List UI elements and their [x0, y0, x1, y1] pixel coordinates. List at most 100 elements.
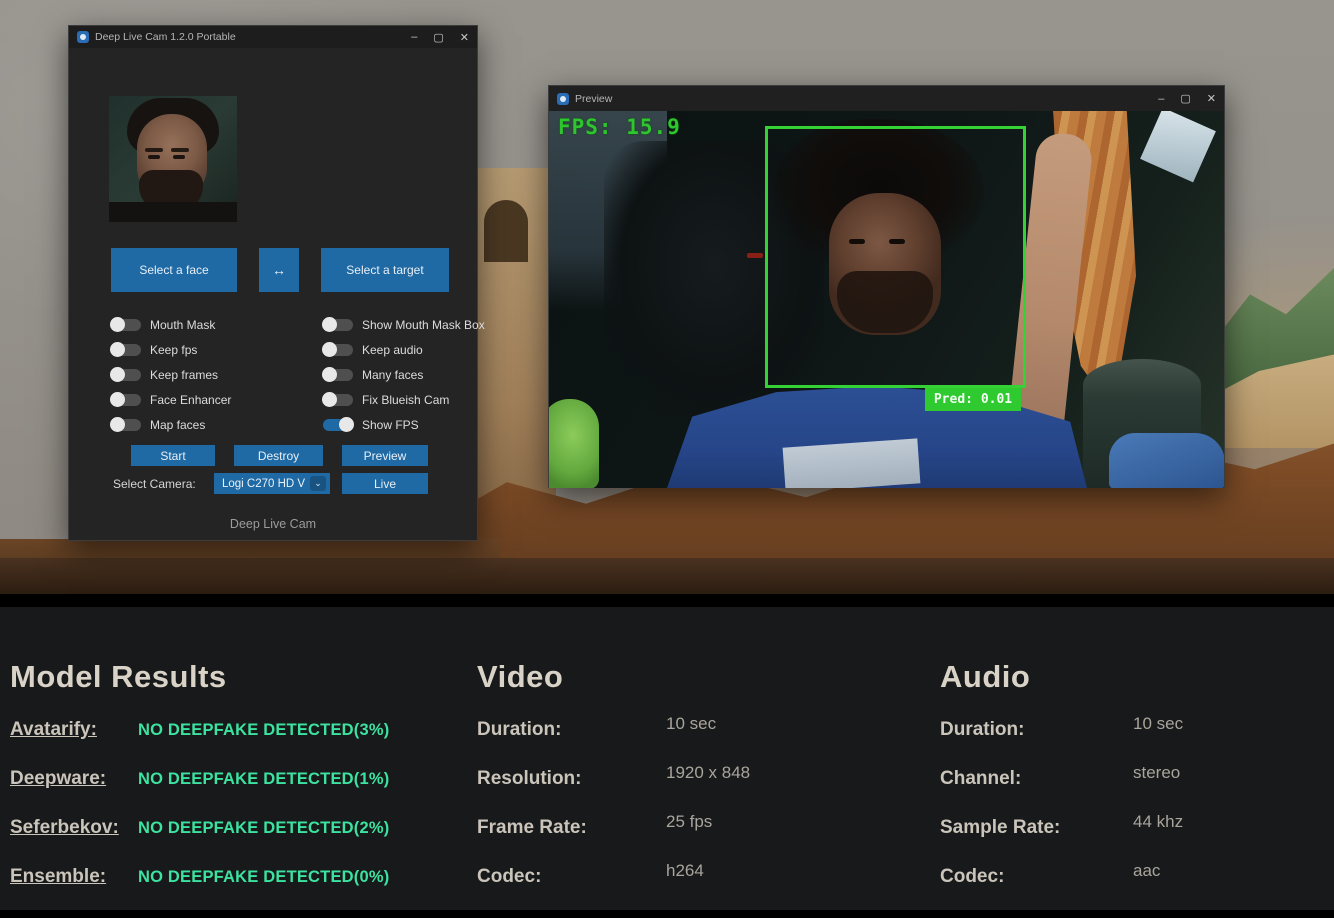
toggle-label: Show Mouth Mask Box — [362, 318, 485, 332]
minimize-icon[interactable]: – — [411, 31, 417, 43]
scene-blue-bag — [1109, 433, 1224, 488]
model-result-value: NO DEEPFAKE DETECTED(2%) — [138, 819, 389, 838]
maximize-icon[interactable]: ▢ — [433, 31, 443, 44]
prediction-badge: Pred: 0.01 — [925, 388, 1021, 411]
model-result-value: NO DEEPFAKE DETECTED(1%) — [138, 770, 389, 789]
scene-red-led — [747, 253, 763, 258]
toggle-label: Face Enhancer — [150, 393, 231, 407]
app-icon — [77, 31, 89, 43]
model-result-row: Ensemble: NO DEEPFAKE DETECTED(0%) — [10, 866, 470, 915]
model-name-link[interactable]: Deepware: — [10, 768, 138, 790]
panel-divider — [0, 594, 1334, 607]
toggle-fix-blueish-cam[interactable]: Fix Blueish Cam — [323, 393, 485, 406]
toggle-switch[interactable] — [323, 319, 353, 331]
scene-paper — [1140, 111, 1216, 182]
model-results-heading: Model Results — [10, 659, 470, 695]
model-result-value: NO DEEPFAKE DETECTED(0%) — [138, 868, 389, 887]
model-result-row: Avatarify: NO DEEPFAKE DETECTED(3%) — [10, 719, 470, 768]
info-value: 1920 x 848 — [666, 763, 750, 783]
window-title: Deep Live Cam 1.2.0 Portable — [95, 31, 236, 43]
maximize-icon[interactable]: ▢ — [1180, 92, 1190, 105]
toggle-map-faces[interactable]: Map faces — [111, 418, 231, 431]
swap-faces-button[interactable]: ↔ — [259, 248, 299, 292]
toggle-label: Show FPS — [362, 418, 419, 432]
select-target-button[interactable]: Select a target — [321, 248, 449, 292]
info-label: Codec: — [940, 866, 1004, 887]
video-info-row: Resolution: 1920 x 848 — [477, 768, 917, 817]
info-label: Channel: — [940, 768, 1021, 789]
info-value: 44 khz — [1133, 812, 1183, 832]
toggle-switch[interactable] — [111, 344, 141, 356]
video-info-row: Codec: h264 — [477, 866, 917, 915]
toggle-switch[interactable] — [111, 319, 141, 331]
model-result-row: Seferbekov: NO DEEPFAKE DETECTED(2%) — [10, 817, 470, 866]
toggle-label: Keep fps — [150, 343, 197, 357]
select-face-button[interactable]: Select a face — [111, 248, 237, 292]
info-value: 10 sec — [666, 714, 716, 734]
webcam-feed: Pred: 0.01 FPS: 15.9 — [549, 111, 1224, 488]
toggle-face-enhancer[interactable]: Face Enhancer — [111, 393, 231, 406]
face-eye — [148, 155, 160, 159]
minimize-icon[interactable]: – — [1158, 93, 1164, 105]
video-info-column: Video Duration: 10 sec Resolution: 1920 … — [477, 607, 917, 915]
toggle-show-fps[interactable]: Show FPS — [323, 418, 485, 431]
close-icon[interactable]: ✕ — [460, 31, 469, 44]
face-detection-box — [765, 126, 1026, 388]
toggle-switch[interactable] — [111, 394, 141, 406]
results-panel: Model Results Avatarify: NO DEEPFAKE DET… — [0, 607, 1334, 910]
toggle-switch[interactable] — [111, 419, 141, 431]
deep-live-cam-window: Deep Live Cam 1.2.0 Portable – ▢ ✕ Selec… — [68, 25, 478, 541]
video-info-row: Duration: 10 sec — [477, 719, 917, 768]
face-eye — [173, 155, 185, 159]
face-brow — [171, 148, 189, 152]
video-info-row: Frame Rate: 25 fps — [477, 817, 917, 866]
info-value: 10 sec — [1133, 714, 1183, 734]
start-button[interactable]: Start — [131, 445, 215, 466]
preview-titlebar[interactable]: Preview – ▢ ✕ — [549, 86, 1224, 111]
main-titlebar[interactable]: Deep Live Cam 1.2.0 Portable – ▢ ✕ — [69, 26, 477, 48]
toggle-switch[interactable] — [323, 419, 353, 431]
model-result-row: Deepware: NO DEEPFAKE DETECTED(1%) — [10, 768, 470, 817]
info-label: Resolution: — [477, 768, 582, 789]
select-camera-label: Select Camera: — [113, 477, 196, 491]
toggle-many-faces[interactable]: Many faces — [323, 368, 485, 381]
camera-dropdown[interactable]: Logi C270 HD V ⌄ — [214, 473, 330, 494]
info-value: stereo — [1133, 763, 1180, 783]
info-label: Sample Rate: — [940, 817, 1060, 838]
live-button[interactable]: Live — [342, 473, 428, 494]
preview-window-title: Preview — [575, 93, 612, 105]
info-value: h264 — [666, 861, 704, 881]
app-icon — [557, 93, 569, 105]
toggle-switch[interactable] — [111, 369, 141, 381]
info-value: aac — [1133, 861, 1160, 881]
toggle-mouth-mask[interactable]: Mouth Mask — [111, 318, 231, 331]
audio-heading: Audio — [940, 659, 1330, 695]
toggle-keep-frames[interactable]: Keep frames — [111, 368, 231, 381]
model-name-link[interactable]: Avatarify: — [10, 719, 138, 741]
video-heading: Video — [477, 659, 917, 695]
toggle-keep-audio[interactable]: Keep audio — [323, 343, 485, 356]
toggle-label: Mouth Mask — [150, 318, 215, 332]
toggle-keep-fps[interactable]: Keep fps — [111, 343, 231, 356]
close-icon[interactable]: ✕ — [1207, 92, 1216, 105]
info-label: Duration: — [940, 719, 1024, 740]
model-name-link[interactable]: Ensemble: — [10, 866, 138, 888]
audio-info-row: Codec: aac — [940, 866, 1330, 915]
destroy-button[interactable]: Destroy — [234, 445, 323, 466]
toggle-show-mouth-mask-box[interactable]: Show Mouth Mask Box — [323, 318, 485, 331]
scene-green-chair — [549, 399, 599, 488]
app-footer-text: Deep Live Cam — [69, 517, 477, 531]
info-value: 25 fps — [666, 812, 712, 832]
model-name-link[interactable]: Seferbekov: — [10, 817, 138, 839]
scene-shirt-print — [783, 438, 921, 488]
preview-button[interactable]: Preview — [342, 445, 428, 466]
audio-info-row: Sample Rate: 44 khz — [940, 817, 1330, 866]
toggle-switch[interactable] — [323, 394, 353, 406]
toggle-switch[interactable] — [323, 344, 353, 356]
toggle-label: Fix Blueish Cam — [362, 393, 449, 407]
toggle-column-left: Mouth Mask Keep fps Keep frames Face Enh… — [111, 318, 231, 431]
toggle-switch[interactable] — [323, 369, 353, 381]
toggle-label: Many faces — [362, 368, 423, 382]
preview-window: Preview – ▢ ✕ Pred: 0.01 — [548, 85, 1225, 488]
audio-info-column: Audio Duration: 10 sec Channel: stereo S… — [940, 607, 1330, 915]
